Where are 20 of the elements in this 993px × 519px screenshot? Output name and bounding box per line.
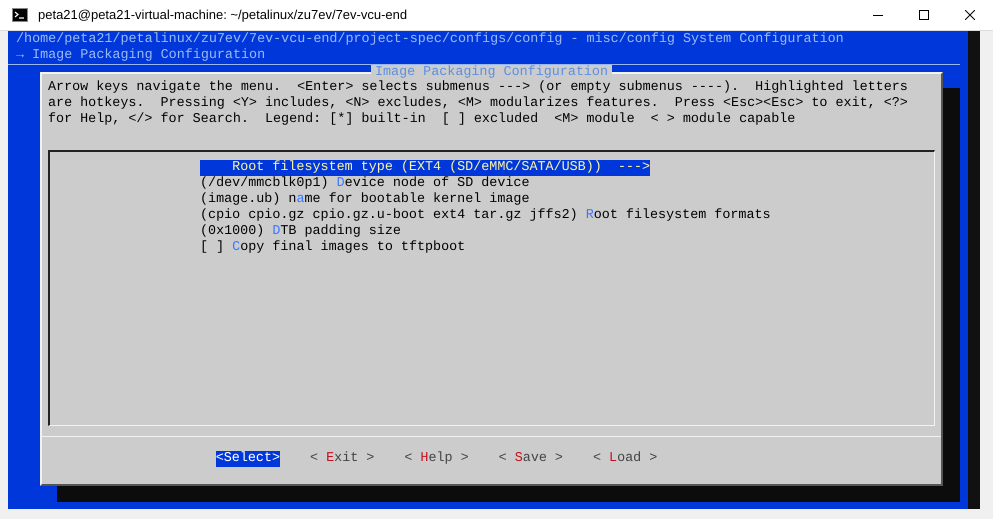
menu-item[interactable]: (0x1000) DTB padding size [200, 224, 401, 240]
dialog-button[interactable]: < Exit > [310, 450, 374, 466]
menu-item[interactable]: (/dev/mmcblk0p1) Device node of SD device [200, 176, 530, 192]
menu-item[interactable]: [ ] Copy final images to tftpboot [200, 240, 466, 256]
scrollbar[interactable] [968, 31, 980, 509]
menu-item[interactable]: (cpio cpio.gz cpio.gz.u-boot ext4 tar.gz jffs2) Root filesystem formats [200, 208, 771, 224]
dialog-button[interactable]: <Select> [216, 450, 280, 466]
dialog-title: Image Packaging Configuration [370, 65, 612, 81]
maximize-icon [919, 10, 929, 20]
close-icon [965, 10, 975, 20]
config-path: /home/peta21/petalinux/zu7ev/7ev-vcu-end/project-spec/configs/config - misc/config System Configuration [15, 32, 845, 48]
terminal-icon [12, 8, 28, 22]
dialog-button[interactable]: < Help > [404, 450, 469, 466]
minimize-icon [873, 14, 883, 16]
dialog-button[interactable]: < Save > [498, 450, 563, 466]
menu-item[interactable]: Root filesystem type (EXT4 (SD/eMMC/SATA/USB)) ---> [200, 160, 650, 176]
window-title: peta21@peta21-virtual-machine: ~/petalinux/zu7ev/7ev-vcu-end [38, 6, 408, 24]
help-text: Arrow keys navigate the menu. <Enter> selects submenus ---> (or empty submenus ----). Highlighted letters are hotkeys. Pressing <Y> includes, <N> excludes, <M> modularizes features. Press <Esc><Esc> to exit, <?> for Help, </> for Search. Legend: [*] built-in [ ] excluded <M> module < > module capable [47, 80, 909, 128]
dialog-button[interactable]: < Load > [592, 450, 658, 466]
menu-item[interactable]: (image.ub) name for bootable kernel image [200, 192, 530, 208]
